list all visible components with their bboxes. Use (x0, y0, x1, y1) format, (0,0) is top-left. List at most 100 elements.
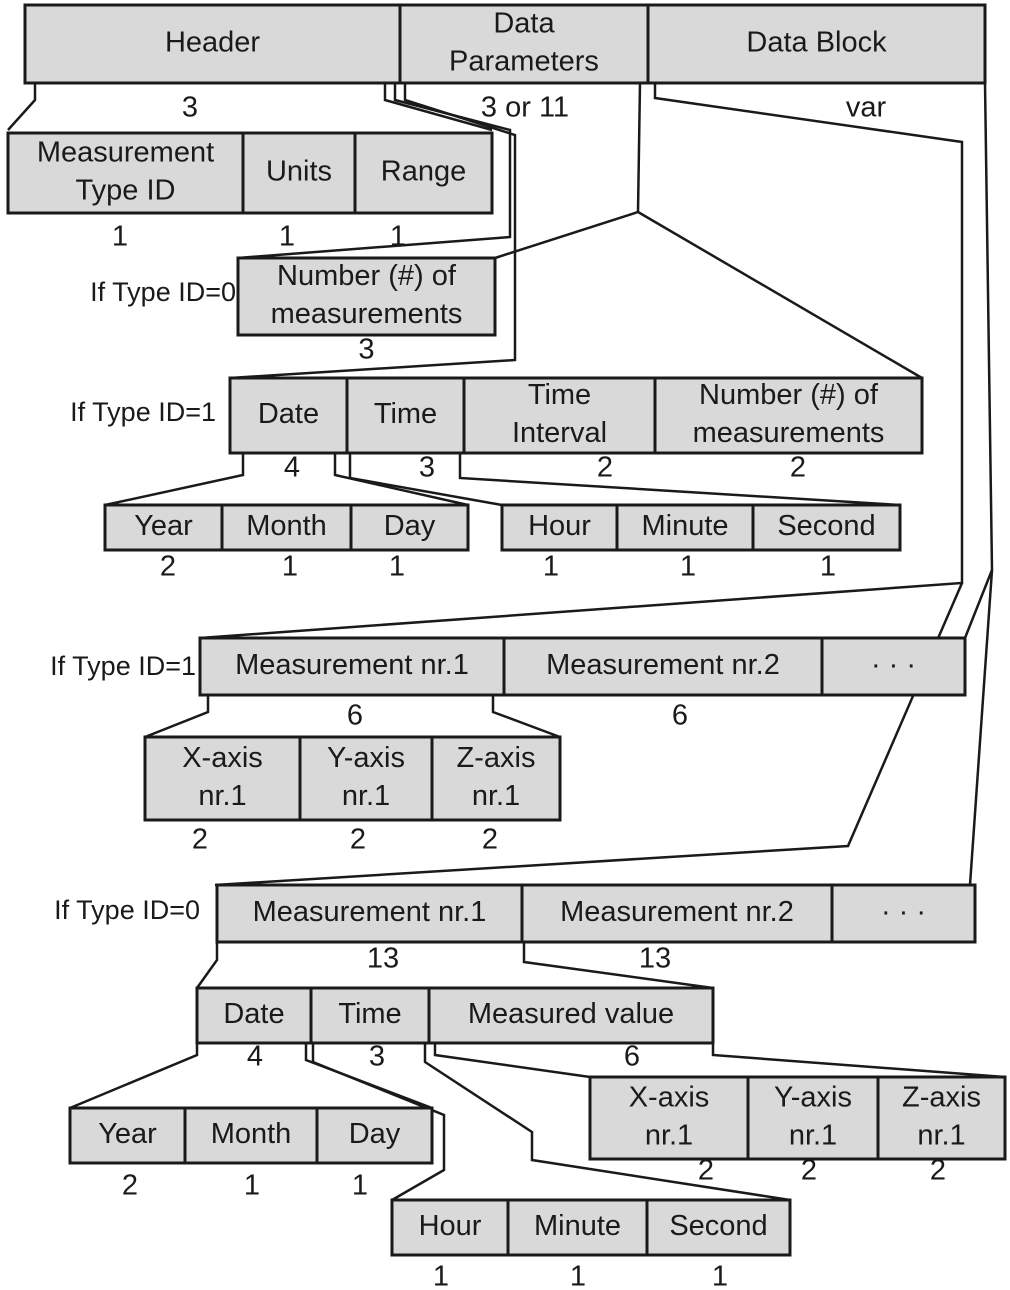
field-label: nr.1 (342, 780, 390, 812)
params-type0-field-number-of-measurements: Number (#) of measurements 3 (236, 256, 497, 366)
field-size: 2 (801, 1155, 817, 1187)
field-label: X-axis (182, 742, 263, 774)
params-type1-time-field-minute: Minute 1 (615, 503, 755, 583)
field-size: 2 (930, 1155, 946, 1187)
block-type1-axis-field-y-axis-nr-1: Y-axis nr.1 2 (298, 735, 434, 856)
block-type0-axis-field-x-axis-nr-1: X-axis nr.12 (588, 1075, 750, 1187)
field-label: Month (211, 1118, 292, 1150)
condition-params-type1: If Type ID=1 (70, 397, 216, 427)
block-type0-sub-field-date: Date 4 (195, 986, 313, 1073)
field-size: 3 (369, 1041, 385, 1073)
field-boxes: Header 3 Data Parameters 3 or 11 Data Block va… (6, 3, 1007, 1290)
field-label: Measurement (37, 137, 214, 169)
params-type1-date-row: Year 2 Month 1 Day 1 (103, 503, 470, 583)
block-type0-date-row: Year 2 Month 1 Day 1 (68, 1106, 434, 1202)
field-label: Date (223, 998, 284, 1030)
block-type0-time-field-second: Second 1 (645, 1198, 792, 1290)
field-label: nr.1 (645, 1120, 693, 1152)
field-label: Data (493, 8, 555, 40)
field-size: 2 (122, 1170, 138, 1202)
params-type1-date-field-year: Year 2 (103, 503, 224, 583)
field-label: Time (528, 379, 591, 411)
top-level-field-data-parameters: Data Parameters 3 or 11 (398, 3, 650, 124)
field-label: Parameters (449, 46, 599, 78)
block-type1-row: Measurement nr.1 6 Measurement nr.2 6 · · · (198, 636, 967, 732)
field-label: X-axis (629, 1082, 710, 1114)
field-label: nr.1 (917, 1120, 965, 1152)
field-size: 1 (279, 221, 295, 253)
top-level-row: Header 3 Data Parameters 3 or 11 Data Block va… (23, 3, 987, 124)
field-size: 1 (282, 551, 298, 583)
field-size: 2 (160, 551, 176, 583)
block-type0-row: Measurement nr.1 13 Measurement nr.2 13 · · … (215, 883, 977, 975)
field-size: 1 (570, 1261, 586, 1290)
field-size: 1 (712, 1261, 728, 1290)
field-label: Hour (419, 1210, 482, 1242)
block-type1-field-measurement-nr-1: Measurement nr.1 6 (198, 636, 506, 732)
field-label: nr.1 (472, 780, 520, 812)
field-label: Z-axis (902, 1082, 981, 1114)
field-label: Day (349, 1118, 401, 1150)
params-type1-time-row: Hour 1 Minute 1 Second 1 (500, 503, 902, 583)
params-type0-row: Number (#) of measurements 3 (236, 256, 497, 366)
top-level-field-header: Header 3 (23, 3, 402, 124)
header-field-units: Units 1 (241, 131, 357, 253)
block-type0-axis-row: X-axisnr.12Y-axisnr.12Z-axisnr.12 (588, 1075, 1007, 1187)
field-size: 1 (389, 551, 405, 583)
field-label: nr.1 (789, 1120, 837, 1152)
field-size: 13 (639, 943, 671, 975)
connector-b1-axis-right (491, 695, 561, 739)
field-size: 1 (820, 551, 836, 583)
connector-header-left (7, 83, 37, 131)
field-size: 3 (419, 452, 435, 484)
field-size: var (846, 92, 887, 124)
field-label: Number (#) of (277, 260, 457, 292)
params-type1-date-field-day: Day 1 (349, 503, 470, 583)
field-label: Z-axis (457, 742, 536, 774)
block-type0-axis-field-y-axis-nr-1: Y-axis nr.12 (746, 1075, 880, 1187)
connector-p1-date-left (104, 453, 245, 507)
block-type0-field-ellipsis: · · · (830, 883, 977, 944)
field-label: Measurement nr.1 (253, 896, 487, 928)
connector-p1-time-right (458, 453, 901, 507)
field-size: 3 (358, 334, 374, 366)
connector-b1-axis-left (144, 695, 210, 739)
params-type1-time-field-hour: Hour 1 (500, 503, 619, 583)
field-label: Y-axis (774, 1082, 852, 1114)
field-size: 1 (352, 1170, 368, 1202)
field-label: Range (381, 156, 466, 188)
connector-b0-axis-right (711, 1043, 1006, 1079)
field-size: 1 (244, 1170, 260, 1202)
field-label: Day (384, 510, 436, 542)
field-label: Date (258, 398, 319, 430)
field-label: Measurement nr.2 (560, 896, 794, 928)
field-label: Units (266, 156, 332, 188)
field-size: 4 (247, 1041, 263, 1073)
connector-b0-sub-left (195, 942, 219, 989)
block-type1-field-ellipsis: · · · (820, 636, 967, 697)
field-label: Second (777, 510, 875, 542)
header-field-range: Range 1 (353, 131, 494, 253)
params-type1-field-number-of-measurements: Number (#) of measurements2 (653, 376, 924, 484)
field-label: Month (246, 510, 327, 542)
block-type0-axis-field-z-axis-nr-1: Z-axis nr.12 (876, 1075, 1007, 1187)
block-type0-time-field-hour: Hour 1 (390, 1198, 510, 1290)
condition-params-type0: If Type ID=0 (90, 277, 236, 307)
field-label: Header (165, 27, 260, 59)
connector-b0-sub-right (522, 942, 714, 990)
field-size: 1 (543, 551, 559, 583)
field-label: nr.1 (198, 780, 246, 812)
block-type1-axis-field-z-axis-nr-1: Z-axis nr.1 2 (430, 735, 562, 856)
block-type0-time-row: Hour 1 Minute 1 Second 1 (390, 1198, 792, 1290)
packet-structure-diagram: Header 3 Data Parameters 3 or 11 Data Block va… (6, 3, 1007, 1290)
params-type1-field-date: Date 4 (228, 376, 349, 484)
field-label: Minute (534, 1210, 621, 1242)
field-size: 3 (182, 92, 198, 124)
block-type1-axis-field-x-axis-nr-1: X-axis nr.1 2 (143, 735, 302, 856)
header-field-measurement-type-id: Measurement Type ID 1 (6, 131, 245, 253)
field-size: 6 (672, 700, 688, 732)
connector-b0-axis-left (433, 1043, 591, 1079)
connector-params-type1-right (637, 210, 923, 380)
condition-block-type0: If Type ID=0 (54, 895, 200, 925)
field-size: 2 (350, 824, 366, 856)
